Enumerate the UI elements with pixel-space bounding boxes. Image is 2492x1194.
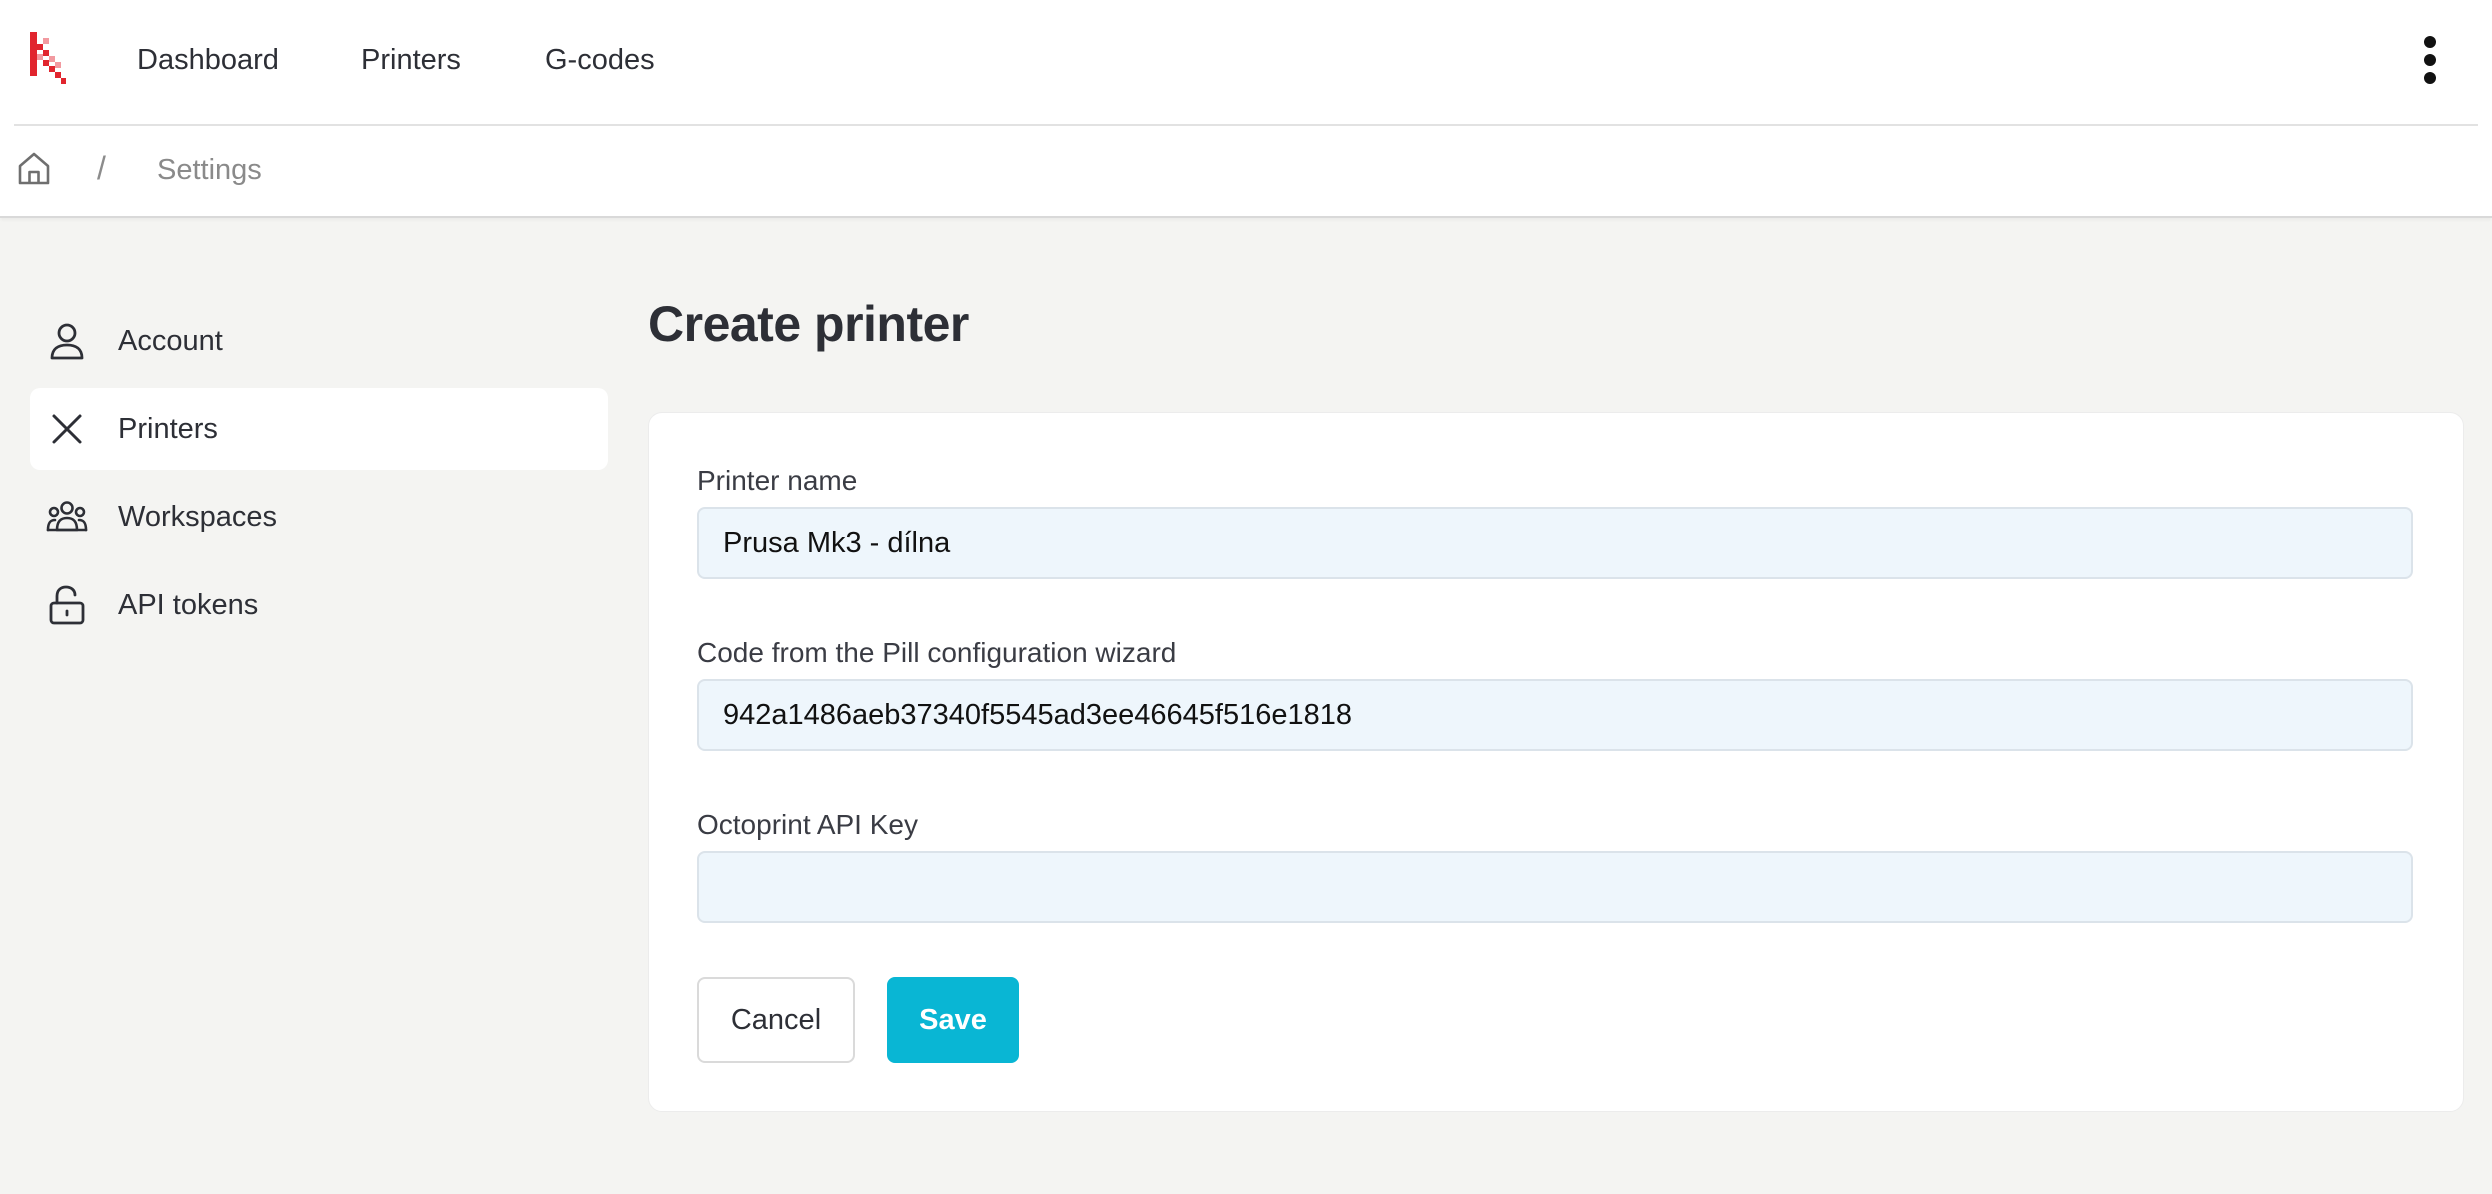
sidebar-item-label: Printers (118, 413, 218, 445)
breadcrumb-separator: / (97, 150, 106, 186)
group-icon (46, 501, 88, 532)
nav-gcodes[interactable]: G-codes (545, 40, 655, 80)
kebab-menu-icon[interactable] (2410, 30, 2450, 90)
pill-code-label: Code from the Pill configuration wizard (697, 637, 1177, 668)
sidebar-item-printers[interactable]: Printers (30, 388, 608, 470)
settings-sidebar: Account Printers Workspaces API tokens (30, 300, 608, 652)
nav-divider (14, 124, 2478, 126)
nav-printers[interactable]: Printers (361, 40, 461, 80)
kebab-dot (2424, 72, 2436, 84)
breadcrumb: / Settings (0, 128, 2492, 214)
sidebar-item-label: Workspaces (118, 501, 278, 533)
k-logo-icon[interactable] (28, 30, 68, 90)
save-button[interactable]: Save (887, 977, 1019, 1063)
home-icon[interactable] (16, 150, 52, 186)
printer-name-input[interactable] (697, 507, 2413, 579)
sidebar-item-account[interactable]: Account (30, 300, 608, 382)
pill-code-input[interactable] (697, 679, 2413, 751)
breadcrumb-current: Settings (157, 154, 262, 186)
octoprint-api-key-input[interactable] (697, 851, 2413, 923)
kebab-dot (2424, 36, 2436, 48)
sidebar-item-label: API tokens (118, 589, 259, 621)
close-icon (52, 414, 82, 444)
main-navigation: Dashboard Printers G-codes (0, 0, 2492, 122)
user-icon (50, 323, 84, 360)
printer-name-label: Printer name (697, 465, 858, 496)
cancel-button[interactable]: Cancel (697, 977, 855, 1063)
lock-icon (49, 585, 85, 625)
create-printer-form: Printer name Code from the Pill configur… (648, 412, 2464, 1112)
sidebar-item-workspaces[interactable]: Workspaces (30, 476, 608, 558)
nav-dashboard[interactable]: Dashboard (137, 40, 279, 80)
sidebar-item-api-tokens[interactable]: API tokens (30, 564, 608, 646)
top-bar: Dashboard Printers G-codes / Settings (0, 0, 2492, 218)
kebab-dot (2424, 54, 2436, 66)
page-title: Create printer (648, 296, 969, 352)
sidebar-item-label: Account (118, 325, 223, 357)
octoprint-api-key-label: Octoprint API Key (697, 809, 918, 840)
